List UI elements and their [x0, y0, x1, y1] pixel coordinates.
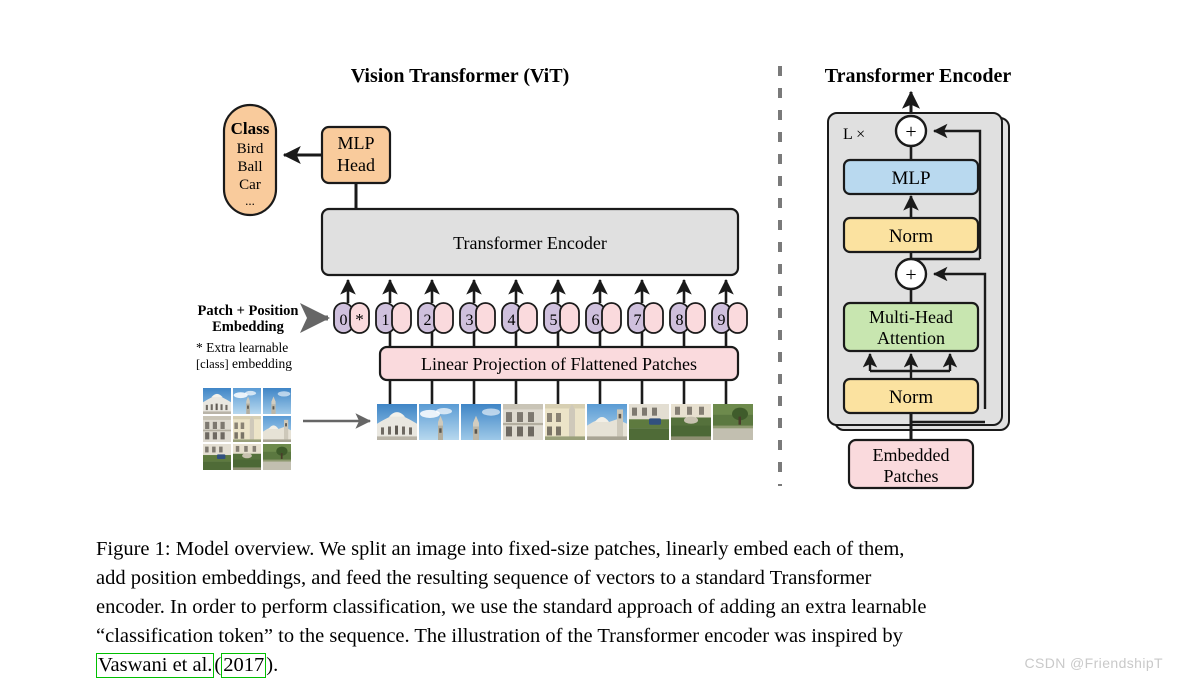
encoder-attention-line2: Attention: [877, 328, 945, 348]
embedded-patches-line2: Patches: [884, 466, 939, 486]
patch-position-label-line1: Patch + Position: [198, 303, 299, 319]
caption-line-3-text: encoder. In order to perform classificat…: [96, 596, 927, 618]
residual-add-top: +: [894, 114, 928, 148]
flattened-patch-sequence: [377, 404, 753, 440]
token-index-2: 2: [424, 312, 432, 329]
mlp-head-box: MLP Head: [320, 125, 392, 185]
add-symbol-bottom: +: [905, 264, 916, 286]
csdn-watermark: CSDN @FriendshipT: [1024, 655, 1163, 671]
citation-open-paren: (: [214, 654, 222, 676]
source-image-patch-grid: [203, 388, 291, 470]
extra-learnable-class-token: [class]: [196, 357, 229, 371]
encoder-norm-bottom-block: Norm: [842, 377, 980, 415]
patch-to-projection-stems: [388, 380, 728, 404]
class-box: Class Bird Ball Car ...: [222, 103, 278, 217]
token-9: 9: [711, 302, 748, 334]
caption-line-2-text: add position embeddings, and feed the re…: [96, 567, 872, 589]
token-to-encoder-arrows: [340, 278, 734, 303]
mlp-head-line1: MLP: [337, 133, 374, 153]
residual-add-bottom: +: [894, 257, 928, 291]
token-star-0: *: [355, 310, 364, 329]
token-index-6: 6: [592, 312, 600, 329]
transformer-encoder-box: Transformer Encoder: [320, 207, 740, 277]
embedded-patches-box: Embedded Patches: [847, 438, 975, 490]
encoder-norm-top-label: Norm: [889, 226, 934, 247]
add-symbol-top: +: [905, 121, 916, 143]
encoder-attention-line1: Multi-Head: [869, 307, 953, 327]
caption-line-5: Vaswani et al.(2017).: [96, 651, 1102, 680]
extra-learnable-suffix: embedding: [229, 356, 293, 371]
linear-projection-box: Linear Projection of Flattened Patches: [378, 345, 740, 382]
citation-close-paren: ).: [266, 654, 279, 676]
extra-learnable-line2: [class] embedding: [196, 356, 292, 371]
embedded-patches-line1: Embedded: [873, 445, 950, 465]
token-index-4: 4: [508, 312, 516, 329]
class-item-bird: Bird: [237, 141, 264, 157]
encoder-mlp-label: MLP: [891, 168, 930, 189]
transformer-encoder-label: Transformer Encoder: [453, 233, 607, 253]
encoder-norm-top-block: Norm: [842, 216, 980, 254]
token-index-1: 1: [382, 312, 390, 329]
class-item-car: Car: [239, 177, 261, 193]
vit-title: Vision Transformer (ViT): [351, 65, 570, 87]
figure-root: Vision Transformer (ViT) Transformer Enc…: [0, 0, 1181, 687]
token-2: 2: [417, 302, 454, 334]
extra-learnable-line1: * Extra learnable: [196, 340, 288, 355]
caption-line-1: Figure 1: Model overview. We split an im…: [96, 535, 1102, 564]
patch-position-label-line2: Embedding: [212, 319, 284, 335]
encoder-attention-block: Multi-Head Attention: [842, 301, 980, 353]
linear-projection-label: Linear Projection of Flattened Patches: [421, 354, 697, 374]
token-8: 8: [669, 302, 706, 334]
citation-author-link[interactable]: Vaswani et al.: [96, 653, 215, 678]
caption-line-3: encoder. In order to perform classificat…: [96, 593, 1102, 622]
encoder-norm-bottom-label: Norm: [889, 387, 934, 408]
patch-position-tokens: 0 * 1 2 3 4 5 6 7 8 9: [333, 302, 748, 334]
caption-line-1-text: Figure 1: Model overview. We split an im…: [96, 538, 905, 560]
encoder-mlp-block: MLP: [842, 158, 980, 196]
token-1: 1: [375, 302, 412, 334]
class-heading: Class: [231, 119, 270, 138]
caption-line-2: add position embeddings, and feed the re…: [96, 564, 1102, 593]
encoder-repeat-label: L ×: [843, 126, 865, 143]
token-4: 4: [501, 302, 538, 334]
token-index-9: 9: [718, 312, 726, 329]
token-3: 3: [459, 302, 496, 334]
citation-year-link[interactable]: 2017: [221, 653, 267, 678]
token-index-5: 5: [550, 312, 558, 329]
token-0: 0 *: [333, 302, 370, 334]
mlp-head-line2: Head: [337, 155, 375, 175]
caption-line-4: “classification token” to the sequence. …: [96, 622, 1102, 651]
token-6: 6: [585, 302, 622, 334]
token-index-0: 0: [340, 312, 348, 329]
vit-architecture-diagram: Vision Transformer (ViT) Transformer Enc…: [196, 65, 1012, 490]
class-item-ellipsis: ...: [245, 193, 255, 208]
token-index-7: 7: [634, 312, 642, 329]
class-item-ball: Ball: [238, 159, 263, 175]
token-index-3: 3: [466, 312, 474, 329]
token-5: 5: [543, 302, 580, 334]
caption-line-4-text: “classification token” to the sequence. …: [96, 625, 903, 647]
encoder-title: Transformer Encoder: [825, 65, 1012, 87]
token-7: 7: [627, 302, 664, 334]
figure-caption: Figure 1: Model overview. We split an im…: [96, 535, 1102, 680]
token-index-8: 8: [676, 312, 684, 329]
